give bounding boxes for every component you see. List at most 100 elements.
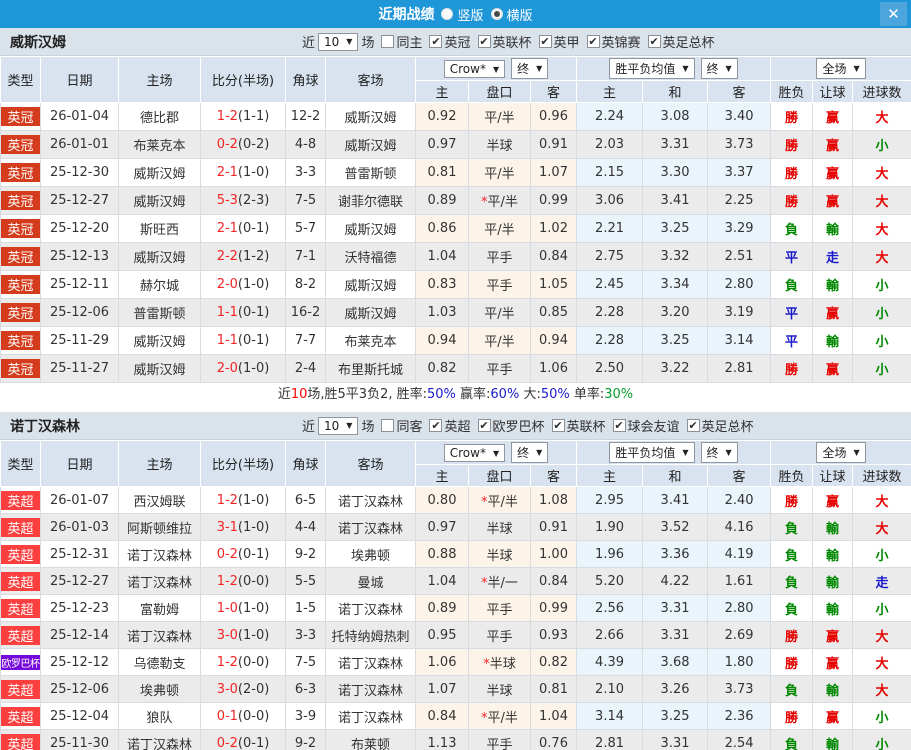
horizontal-layout-radio[interactable]: 横版 [490, 5, 533, 24]
table-row: 英超 25-12-27 诺丁汉森林 1-2(0-0) 5-5 曼城 1.04 *半/一 0.84… [0, 567, 911, 595]
summary-segment: 近 [277, 387, 291, 402]
league-checkbox-label: 英冠 [444, 36, 471, 51]
league-checkbox[interactable]: ✔ [477, 419, 491, 432]
league-checkbox[interactable]: ✔ [612, 419, 626, 432]
result-group-header: 全场 ▼ [770, 440, 911, 465]
vertical-layout-radio[interactable]: 竖版 [441, 5, 484, 24]
fulltime-score: 1-0 [216, 600, 238, 616]
close-icon: ✕ [887, 5, 900, 23]
fulltime-score: 3-0 [216, 627, 238, 643]
fulltime-score: 0-2 [216, 137, 238, 152]
handicap-cell: 平手 [468, 621, 531, 649]
match-count-select[interactable]: 10 ▼ [318, 32, 359, 51]
result-handicap-cell: 輸 [812, 675, 854, 703]
halftime-score: (1-1) [237, 109, 270, 124]
same-venue-checkbox[interactable] [381, 35, 395, 48]
away-team: 沃特福德 [325, 242, 416, 271]
radio-selected-icon[interactable] [490, 8, 503, 20]
result-text: 赢 [826, 656, 840, 672]
halftime-score: (0-1) [237, 546, 270, 562]
column-header: 进球数 [852, 464, 911, 487]
result-handicap-cell: 輸 [812, 326, 854, 355]
league-checkbox[interactable]: ✔ [586, 35, 600, 48]
column-header: 盘口 [468, 464, 531, 487]
odds-away-cell: 0.99 [529, 594, 578, 622]
league-badge: 英冠 [1, 191, 40, 210]
summary-segment: 赢率: [455, 387, 491, 402]
odds-home-cell: 0.97 [415, 130, 469, 159]
handicap-cell: 平/半 [468, 298, 531, 327]
odds-away-cell: 0.91 [529, 130, 578, 159]
summary-segment: 场,胜5平3负2, 胜率: [307, 387, 427, 402]
column-header: 类型 [0, 56, 41, 103]
avg-select[interactable]: 胜平负均值 ▼ [609, 442, 695, 463]
result-goals-cell: 大 [852, 621, 911, 649]
league-badge: 英冠 [1, 107, 40, 126]
handicap-cell: 平手 [468, 594, 531, 622]
table-row: 英超 25-11-30 诺丁汉森林 0-2(0-1) 9-2 布莱顿 1.13 平手 0.76 2… [0, 729, 911, 750]
league-checkbox[interactable]: ✔ [538, 35, 552, 48]
score-cell: 5-3(2-3) [200, 186, 286, 215]
result-winloss-cell: 平 [770, 326, 814, 355]
league-checkbox[interactable]: ✔ [686, 419, 700, 432]
avg-final-select[interactable]: 终 ▼ [700, 442, 738, 463]
league-checkbox[interactable]: ✔ [647, 35, 661, 48]
same-venue-checkbox[interactable] [381, 419, 395, 432]
avg-away-cell: 2.40 [707, 486, 772, 514]
league-checkbox-label: 英联杯 [566, 420, 606, 435]
result-goals-cell: 小 [852, 270, 911, 299]
result-winloss-cell: 勝 [770, 130, 814, 159]
avg-home-cell: 2.15 [576, 158, 644, 187]
result-goals-cell: 大 [852, 675, 911, 703]
avg-draw-cell: 3.25 [642, 326, 709, 355]
handicap-text: 平/半 [484, 307, 515, 322]
column-header: 主 [576, 80, 644, 103]
handicap-text: 平手 [486, 737, 513, 750]
odds-final-select[interactable]: 终 ▼ [511, 58, 549, 79]
odds-source-select[interactable]: Crow* ▼ [443, 60, 506, 78]
fullmatch-select[interactable]: 全场 ▼ [816, 442, 866, 463]
score-cell: 0-2(0-1) [200, 540, 286, 568]
column-header: 类型 [0, 440, 41, 487]
column-header: 让球 [812, 464, 854, 487]
league-cell: 英冠 [0, 242, 41, 271]
league-checkbox[interactable]: ✔ [551, 419, 565, 432]
league-checkbox[interactable]: ✔ [429, 35, 443, 48]
avg-final-select[interactable]: 终 ▼ [700, 58, 738, 79]
odds-home-cell: 0.83 [415, 270, 469, 299]
radio-unselected-icon[interactable] [441, 8, 454, 20]
result-text: 大 [875, 111, 889, 126]
fulltime-score: 1-2 [216, 492, 238, 508]
date-cell: 25-12-06 [40, 675, 119, 703]
handicap-text: 半球 [486, 548, 513, 564]
table-row: 英冠 25-12-27 威斯汉姆 5-3(2-3) 7-5 谢菲尔德联 0.89 *平/半 0.… [0, 186, 911, 215]
window-title: 近期战绩 [378, 7, 435, 23]
result-winloss-cell: 負 [770, 675, 814, 703]
odds-final-select[interactable]: 终 ▼ [511, 442, 549, 463]
avg-home-cell: 2.21 [576, 214, 644, 243]
close-button[interactable]: ✕ [880, 2, 907, 26]
fullmatch-select[interactable]: 全场 ▼ [816, 58, 866, 79]
match-count-select[interactable]: 10 ▼ [318, 416, 359, 435]
result-winloss-cell: 負 [770, 540, 814, 568]
result-text: 大 [875, 223, 889, 238]
result-handicap-cell: 赢 [812, 298, 854, 327]
result-goals-cell: 大 [852, 648, 911, 676]
corner-cell: 2-4 [285, 354, 326, 383]
handicap-text: 平/半 [487, 195, 518, 210]
odds-source-select[interactable]: Crow* ▼ [443, 444, 506, 462]
result-handicap-cell: 赢 [812, 130, 854, 159]
league-cell: 欧罗巴杯 [0, 648, 41, 676]
avg-select[interactable]: 胜平负均值 ▼ [609, 58, 695, 79]
corner-cell: 9-2 [285, 729, 326, 750]
avg-draw-cell: 3.31 [642, 729, 709, 750]
result-handicap-cell: 赢 [812, 702, 854, 730]
result-text: 負 [785, 575, 799, 591]
league-checkbox[interactable]: ✔ [477, 35, 491, 48]
date-cell: 25-12-27 [40, 567, 119, 595]
league-checkbox[interactable]: ✔ [429, 419, 443, 432]
avg-draw-cell: 3.36 [642, 540, 709, 568]
odds-away-cell: 1.04 [529, 702, 578, 730]
odds-group-header: Crow* ▼ 终 ▼ [414, 440, 578, 465]
league-badge: 英冠 [1, 359, 40, 378]
